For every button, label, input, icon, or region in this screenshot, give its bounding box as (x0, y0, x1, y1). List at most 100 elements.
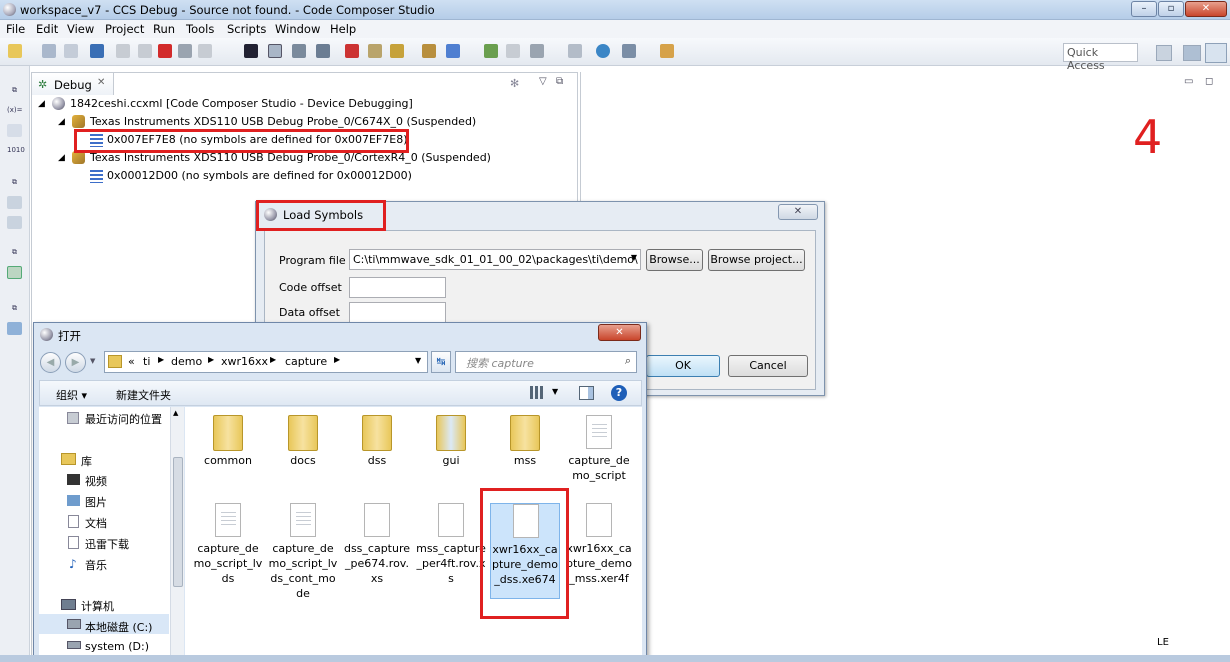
save-all-icon[interactable] (64, 44, 78, 58)
ccs-debug-perspective-icon[interactable] (1205, 43, 1227, 63)
back-button[interactable]: ◀ (40, 352, 61, 373)
menu-view[interactable]: View (67, 22, 94, 36)
scroll-up-icon[interactable]: ▲ (173, 409, 178, 417)
chevron-down-icon[interactable]: ▼ (631, 253, 637, 262)
dialog-close-button[interactable]: ✕ (778, 204, 818, 220)
restore-icon-4[interactable]: ⧉ (7, 302, 22, 315)
menu-edit[interactable]: Edit (36, 22, 58, 36)
registers-icon[interactable]: 1010 (7, 144, 25, 157)
assembly-step-icon[interactable] (506, 44, 520, 58)
debug-view-icon[interactable] (7, 266, 22, 279)
maximize-editor-icon[interactable]: ◻ (1205, 76, 1213, 87)
nav-documents[interactable]: 文档 (85, 515, 107, 531)
skip-breakpoints-icon[interactable] (368, 44, 382, 58)
menu-project[interactable]: Project (105, 22, 144, 36)
breadcrumb-capture[interactable]: capture (285, 355, 327, 368)
nav-recent-places[interactable]: 最近访问的位置 (85, 411, 162, 427)
file-item[interactable]: capture_demo_script (564, 415, 634, 483)
views-icon[interactable] (568, 44, 582, 58)
close-tab-icon[interactable]: ✕ (97, 77, 105, 88)
menu-scripts[interactable]: Scripts (227, 22, 266, 36)
collapse-arrow-icon[interactable]: ◢ (58, 150, 65, 166)
menu-file[interactable]: File (6, 22, 25, 36)
restart-icon[interactable] (316, 44, 330, 58)
step-into-icon[interactable] (178, 44, 192, 58)
minimize-editor-icon[interactable]: ▭ (1184, 76, 1193, 87)
tree-item-c674x[interactable]: ◢ Texas Instruments XDS110 USB Debug Pro… (58, 114, 568, 130)
load-program-icon[interactable] (390, 44, 404, 58)
menu-run[interactable]: Run (153, 22, 175, 36)
restore-icon-3[interactable]: ⧉ (7, 246, 22, 259)
search-icon[interactable] (596, 44, 610, 58)
tree-item-session[interactable]: ◢ 1842ceshi.ccxml [Code Composer Studio … (38, 96, 568, 112)
variables-icon[interactable]: (x)= (7, 104, 22, 117)
close-button[interactable]: ✕ (1185, 1, 1227, 17)
restore-icon[interactable]: ⧉ (7, 84, 22, 97)
chevron-right-icon[interactable]: ▶ (270, 355, 276, 364)
file-item[interactable]: mss (490, 415, 560, 468)
address-bar[interactable]: « ti ▶ demo ▶ xwr16xx ▶ capture ▶ ▼ (104, 351, 428, 373)
disassembly-view-icon[interactable] (7, 216, 22, 229)
chevron-down-icon[interactable]: ▼ (415, 356, 421, 365)
breadcrumb-xwr16xx[interactable]: xwr16xx (221, 355, 268, 368)
code-offset-input[interactable] (349, 277, 446, 298)
memory-icon[interactable] (7, 196, 22, 209)
nav-pictures[interactable]: 图片 (85, 494, 107, 510)
chevron-down-icon[interactable]: ▼ (552, 387, 558, 396)
chevron-right-icon[interactable]: ▶ (334, 355, 340, 364)
search-input[interactable]: 搜索 capture ⌕ (455, 351, 637, 373)
program-file-combo[interactable]: C:\ti\mmwave_sdk_01_01_00_02\packages\ti… (349, 249, 641, 270)
breakpoint-icon[interactable] (345, 44, 359, 58)
help-icon[interactable]: ? (611, 385, 627, 401)
ok-button[interactable]: OK (646, 355, 720, 377)
reset-icon[interactable] (292, 44, 306, 58)
file-item[interactable]: common (193, 415, 263, 468)
browse-project-button[interactable]: Browse project... (708, 249, 805, 271)
tab-debug[interactable]: ✲ Debug ✕ (32, 73, 114, 95)
menu-window[interactable]: Window (275, 22, 320, 36)
grid-icon[interactable] (244, 44, 258, 58)
recent-locations-icon[interactable]: ▼ (90, 357, 95, 365)
preview-pane-icon[interactable] (579, 386, 594, 400)
menu-tools[interactable]: Tools (186, 22, 214, 36)
nav-videos[interactable]: 视频 (85, 473, 107, 489)
ccs-edit-perspective-icon[interactable] (1183, 45, 1201, 61)
file-item[interactable]: dss_capture_pe674.rov.xs (342, 503, 412, 586)
connect-icon[interactable] (446, 44, 460, 58)
expressions-icon[interactable] (7, 124, 22, 137)
nav-xunlei-downloads[interactable]: 迅雷下载 (85, 536, 129, 552)
open-perspective-icon[interactable] (1156, 45, 1172, 61)
suspend-icon[interactable] (138, 44, 152, 58)
nav-scroll-thumb[interactable] (173, 457, 183, 587)
build-icon[interactable] (422, 44, 436, 58)
nav-music[interactable]: 音乐 (85, 557, 107, 573)
view-options-icon[interactable] (530, 386, 544, 399)
file-item[interactable]: capture_demo_script_lvds (193, 503, 263, 586)
refresh-icon[interactable]: ↹ (431, 351, 451, 373)
pin-icon[interactable] (660, 44, 674, 58)
chevron-right-icon[interactable]: ▶ (208, 355, 214, 364)
nav-scrollbar[interactable]: ▲ (170, 407, 184, 661)
forward-button[interactable]: ▶ (65, 352, 86, 373)
tree-item-frame-cortexr4[interactable]: 0x00012D00 (no symbols are defined for 0… (90, 168, 568, 184)
file-item[interactable]: capture_demo_script_lvds_cont_mode (268, 503, 338, 601)
remove-terminated-icon[interactable]: ✻ (510, 77, 519, 90)
nav-libraries[interactable]: 库 (81, 453, 92, 469)
new-icon[interactable] (8, 44, 22, 58)
settings-icon[interactable] (622, 44, 636, 58)
view-menu-icon[interactable]: ▽ (539, 76, 547, 87)
file-item[interactable]: gui (416, 415, 486, 468)
file-item[interactable]: dss (342, 415, 412, 468)
collapse-arrow-icon[interactable]: ◢ (38, 96, 45, 112)
collapse-arrow-icon[interactable]: ◢ (58, 114, 65, 130)
cancel-button[interactable]: Cancel (728, 355, 808, 377)
maximize-button[interactable]: ▫ (1158, 1, 1184, 17)
step-over-icon[interactable] (198, 44, 212, 58)
file-item[interactable]: xwr16xx_capture_demo_mss.xer4f (564, 503, 634, 586)
breadcrumb-more[interactable]: « (128, 355, 135, 368)
breadcrumb-ti[interactable]: ti (143, 355, 150, 368)
nav-system-d[interactable]: system (D:) (85, 640, 149, 653)
nav-computer[interactable]: 计算机 (81, 598, 114, 614)
minimize-view-icon[interactable]: ⧉ (556, 76, 563, 87)
data-offset-input[interactable] (349, 302, 446, 323)
